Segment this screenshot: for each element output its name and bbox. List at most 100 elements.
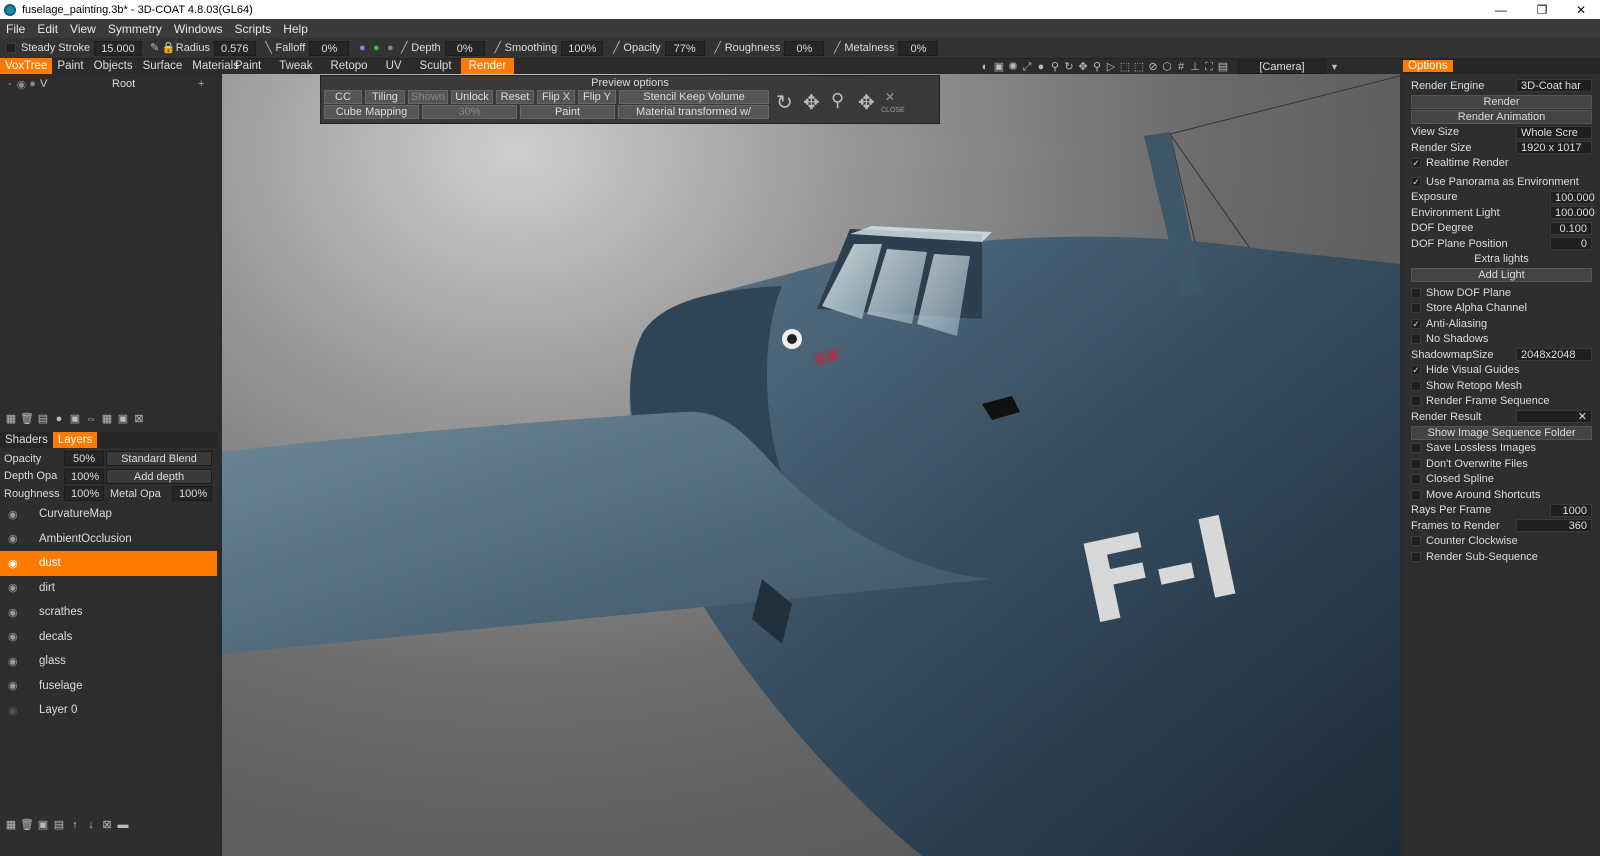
eye-icon[interactable]: ◉ [8, 679, 26, 692]
menu-scripts[interactable]: Scripts [229, 22, 278, 36]
show-retopo-checkbox[interactable] [1411, 380, 1421, 391]
close-preview-icon[interactable]: ✕ [885, 90, 895, 104]
image-icon[interactable]: ▣ [992, 60, 1006, 74]
gloss-material-icon[interactable]: ● [383, 41, 397, 55]
play-icon[interactable]: ▷ [1104, 60, 1118, 74]
render-frame-seq-checkbox[interactable] [1411, 396, 1421, 407]
radius-value[interactable]: 0.576 [214, 40, 256, 56]
new-paint-layer-icon[interactable]: ▦ [4, 818, 18, 832]
render-animation-button[interactable]: Render Animation [1411, 109, 1592, 124]
eye-icon[interactable]: ◉ [8, 606, 26, 619]
shadowmap-select[interactable]: 2048x2048 [1516, 348, 1592, 362]
frames-to-render-value[interactable]: 360 [1516, 519, 1592, 533]
zoom-icon[interactable]: ⚲ [1090, 60, 1104, 74]
eye-icon[interactable]: ◉ [8, 630, 26, 643]
room-tweak[interactable]: Tweak [270, 58, 321, 74]
tab-paint-objects[interactable]: Paint [52, 58, 88, 74]
new-layer-icon[interactable]: ▦ [4, 412, 18, 426]
steady-stroke-checkbox[interactable] [6, 43, 16, 53]
layer-row[interactable]: ◉ scrathes [0, 600, 217, 625]
3d-viewport[interactable]: 海軍 F-I [222, 74, 1400, 856]
camera-dropdown-icon[interactable]: ▼ [1330, 62, 1339, 72]
closed-spline-checkbox[interactable] [1411, 474, 1421, 485]
dof-degree-value[interactable]: 0.100 [1550, 221, 1592, 235]
view-size-select[interactable]: Whole Scre [1516, 125, 1592, 139]
room-paint[interactable]: Paint [226, 58, 270, 74]
layer-row-selected[interactable]: ◉ dust [0, 551, 217, 576]
environment-light-value[interactable]: 100.000 [1550, 206, 1595, 220]
depth-pen-icon[interactable]: ╱ [397, 41, 411, 55]
duplicate-icon[interactable]: ▤ [36, 412, 50, 426]
eye-icon[interactable]: ◉ [8, 655, 26, 668]
eye-icon[interactable]: ◉ [8, 581, 26, 594]
menu-file[interactable]: File [0, 22, 31, 36]
add-volume-button[interactable]: + [198, 78, 204, 90]
add-light-button[interactable]: Add Light [1411, 268, 1592, 282]
tab-surface[interactable]: Surface [138, 58, 188, 74]
roughness-value[interactable]: 0% [784, 40, 825, 56]
depth-opacity-value[interactable]: 100% [64, 468, 104, 484]
eye-icon[interactable]: ◉ [8, 557, 26, 570]
copy-layer-icon[interactable]: ▤ [52, 818, 66, 832]
no-icon[interactable]: ⊘ [1146, 60, 1160, 74]
show-sequence-folder-button[interactable]: Show Image Sequence Folder [1411, 425, 1592, 440]
smoothing-pen-icon[interactable]: ╱ [491, 41, 505, 55]
render-engine-select[interactable]: 3D-Coat har [1516, 79, 1592, 93]
scale-preview-icon[interactable]: ✥ [858, 90, 875, 115]
depth-mode-select[interactable]: Add depth [106, 468, 212, 484]
reset-button[interactable]: Reset [496, 90, 534, 104]
room-render[interactable]: Render [460, 58, 515, 74]
depth-value[interactable]: 0% [444, 40, 485, 56]
room-sculpt[interactable]: Sculpt [411, 58, 461, 74]
hide-guides-checkbox[interactable]: ✓ [1411, 365, 1421, 376]
rays-per-frame-value[interactable]: 1000 [1550, 503, 1592, 517]
counter-clockwise-checkbox[interactable] [1411, 536, 1421, 547]
opacity-pen-icon[interactable]: ╱ [609, 41, 623, 55]
flip-y-button[interactable]: Flip Y [578, 90, 616, 104]
grid-tool-icon[interactable]: ▦ [100, 412, 114, 426]
render-result-field[interactable]: ✕ [1516, 410, 1592, 424]
show-dof-checkbox[interactable] [1411, 287, 1421, 298]
shown-button[interactable]: Shown [408, 90, 448, 104]
layer-row[interactable]: ◉ decals [0, 625, 217, 650]
zoom-preview-icon[interactable]: ⚲ [831, 90, 844, 111]
navigate-icon[interactable]: ⚲ [1048, 60, 1062, 74]
layer-row[interactable]: ◉ Layer 0 [0, 698, 217, 723]
dont-overwrite-checkbox[interactable] [1411, 458, 1421, 469]
delete-icon[interactable]: 🗑 [20, 412, 34, 426]
exposure-value[interactable]: 100.000 [1550, 190, 1595, 204]
roughness-opacity-value[interactable]: 100% [64, 486, 104, 502]
room-uv[interactable]: UV [377, 58, 411, 74]
voxtree-root-row[interactable]: - ◉ ● V Root + [0, 74, 217, 94]
delete-layer-icon[interactable]: 🗑 [20, 818, 34, 832]
unlock-button[interactable]: Unlock [451, 90, 493, 104]
mirror-icon[interactable]: ⇔ [84, 412, 98, 426]
collapse-icon[interactable]: - [8, 78, 12, 90]
layer-row[interactable]: ◉ glass [0, 649, 217, 674]
cc-button[interactable]: CC [324, 90, 362, 104]
paint-mode-select[interactable]: Paint [520, 105, 615, 119]
lock-icon[interactable]: 🔒 [162, 41, 176, 55]
flip-x-button[interactable]: Flip X [537, 90, 575, 104]
close-preview-label[interactable]: CLOSE [881, 107, 905, 114]
clear-layer-icon[interactable]: ⊠ [100, 818, 114, 832]
menu-windows[interactable]: Windows [168, 22, 229, 36]
grid-icon[interactable]: # [1174, 60, 1188, 74]
roughness-pen-icon[interactable]: ╱ [711, 41, 725, 55]
brush-icon[interactable]: ╲ [262, 41, 276, 55]
render-size-select[interactable]: 1920 x 1017 [1516, 141, 1592, 155]
pose-icon[interactable]: ⤢ [1020, 60, 1034, 74]
falloff-value[interactable]: 0% [309, 40, 350, 56]
menu-symmetry[interactable]: Symmetry [102, 22, 168, 36]
tab-options[interactable]: Options [1403, 60, 1453, 72]
blend-mode-select[interactable]: Standard Blend [106, 451, 212, 467]
render-subsequence-checkbox[interactable] [1411, 551, 1421, 562]
shading-icon[interactable]: ◐ [978, 60, 992, 74]
folder-icon[interactable]: ▬ [116, 818, 130, 832]
sphere-icon[interactable]: ● [52, 412, 66, 426]
copy-icon[interactable]: ▣ [68, 412, 82, 426]
axis-icon[interactable]: ⊥ [1188, 60, 1202, 74]
use-panorama-checkbox[interactable]: ✓ [1411, 176, 1421, 187]
tab-voxtree[interactable]: VoxTree [0, 58, 53, 74]
minimize-button[interactable]: — [1478, 0, 1524, 19]
